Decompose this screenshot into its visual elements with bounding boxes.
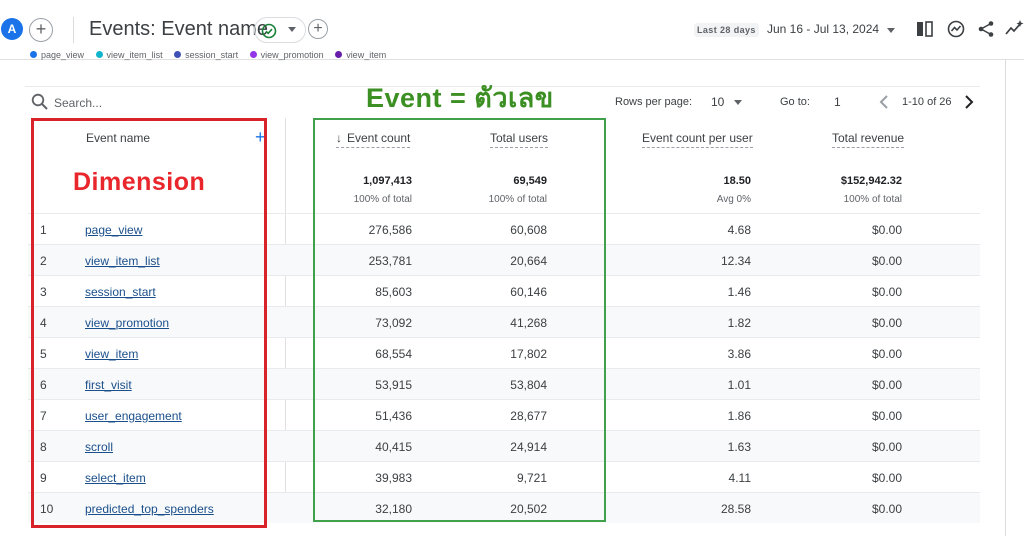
cell-revenue: $0.00 xyxy=(871,378,902,392)
cell-revenue: $0.00 xyxy=(871,471,902,485)
cell-revenue: $0.00 xyxy=(871,347,902,361)
legend-label: session_start xyxy=(185,50,239,60)
legend-dot xyxy=(95,51,103,58)
legend-item[interactable]: view_item xyxy=(335,50,386,60)
total-revenue-sub: 100% of total xyxy=(843,194,902,205)
total-event-count-per-user: 18.50 xyxy=(723,175,751,187)
cell-revenue: $0.00 xyxy=(871,316,902,330)
legend-item[interactable]: view_promotion xyxy=(249,50,324,60)
cell-per-user: 12.34 xyxy=(720,254,751,268)
header-divider xyxy=(73,17,74,43)
cell-per-user: 1.82 xyxy=(727,316,751,330)
chart-legend: page_view view_item_list session_start v… xyxy=(30,50,395,64)
trend-sparkle-icon[interactable] xyxy=(1004,19,1024,39)
pagination-info: 1-10 of 26 xyxy=(902,96,952,108)
legend-label: view_item_list xyxy=(106,50,163,60)
panel-border xyxy=(1005,60,1006,536)
legend-dot xyxy=(335,51,343,58)
date-range-picker[interactable]: Jun 16 - Jul 13, 2024 xyxy=(767,22,879,36)
metric-highlight-box xyxy=(313,118,606,522)
search-input[interactable] xyxy=(54,94,314,112)
search-icon[interactable] xyxy=(31,93,49,111)
add-comparison-button[interactable]: + xyxy=(29,18,53,42)
legend-item[interactable]: view_item_list xyxy=(95,50,163,60)
cell-per-user: 1.01 xyxy=(727,378,751,392)
legend-label: view_promotion xyxy=(260,50,324,60)
insights-icon[interactable] xyxy=(946,19,966,39)
cell-per-user: 1.46 xyxy=(727,285,751,299)
cell-per-user: 4.11 xyxy=(728,471,751,485)
add-filter-button[interactable]: + xyxy=(308,19,328,39)
cell-per-user: 3.86 xyxy=(727,347,751,361)
goto-label: Go to: xyxy=(780,96,810,108)
chevron-right-icon[interactable] xyxy=(962,94,976,110)
legend-item[interactable]: page_view xyxy=(30,50,84,60)
cell-revenue: $0.00 xyxy=(871,223,902,237)
cell-per-user: 28.58 xyxy=(720,502,751,516)
header-event-count-per-user[interactable]: Event count per user xyxy=(642,131,753,148)
rows-per-page-select[interactable]: 10 xyxy=(711,95,724,109)
cell-per-user: 1.86 xyxy=(727,409,751,423)
header-total-revenue[interactable]: Total revenue xyxy=(832,131,905,148)
chevron-left-icon[interactable] xyxy=(877,94,891,110)
legend-label: view_item xyxy=(346,50,387,60)
page-title: Events: Event name xyxy=(89,18,268,40)
chevron-down-icon[interactable] xyxy=(887,28,895,33)
total-event-count-per-user-sub: Avg 0% xyxy=(716,194,751,205)
cell-revenue: $0.00 xyxy=(871,502,902,516)
cell-revenue: $0.00 xyxy=(871,409,902,423)
annotation-metric-label: Event = ตัวเลข xyxy=(366,83,554,113)
avatar[interactable]: A xyxy=(1,18,23,40)
share-icon[interactable] xyxy=(976,19,996,39)
legend-dot xyxy=(30,51,37,58)
cell-per-user: 4.68 xyxy=(727,223,751,237)
legend-dot xyxy=(174,51,182,58)
legend-dot xyxy=(249,51,257,58)
date-preset-badge: Last 28 days xyxy=(694,23,759,37)
legend-item[interactable]: session_start xyxy=(174,50,238,60)
cell-per-user: 1.63 xyxy=(727,440,751,454)
total-revenue: $152,942.32 xyxy=(840,175,902,187)
rows-per-page-label: Rows per page: xyxy=(615,96,693,108)
check-circle-icon xyxy=(261,23,277,39)
cell-revenue: $0.00 xyxy=(871,254,902,268)
report-status-dropdown[interactable] xyxy=(254,17,306,43)
cell-revenue: $0.00 xyxy=(871,285,902,299)
dimension-highlight-box xyxy=(31,118,267,528)
chevron-down-icon[interactable] xyxy=(734,100,742,105)
goto-page-input[interactable]: 1 xyxy=(834,95,841,109)
chevron-down-icon xyxy=(288,27,296,32)
legend-label: page_view xyxy=(41,50,85,60)
compare-columns-icon[interactable] xyxy=(915,19,935,39)
cell-revenue: $0.00 xyxy=(871,440,902,454)
